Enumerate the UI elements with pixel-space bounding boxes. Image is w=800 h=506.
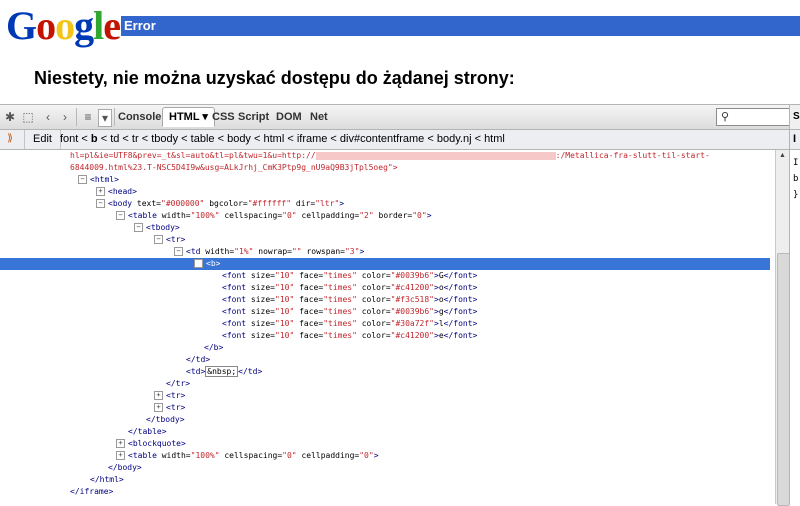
breadcrumb-item[interactable]: td bbox=[110, 133, 119, 145]
error-message: Niestety, nie można uzyskać dostępu do ż… bbox=[34, 68, 515, 88]
breadcrumb-item[interactable]: html bbox=[484, 133, 505, 145]
breadcrumb-separator: < bbox=[78, 133, 91, 145]
breadcrumb-separator: < bbox=[97, 133, 111, 145]
breadcrumb: font < b < td < tr < tbody < table < bod… bbox=[60, 130, 505, 149]
breadcrumb-separator: < bbox=[327, 133, 340, 145]
back-arrow-icon[interactable]: ‹ bbox=[40, 109, 56, 125]
inspect-icon[interactable]: ⬚ bbox=[20, 109, 36, 125]
logo-letter: o bbox=[55, 3, 75, 48]
collapse-icon[interactable]: ⟫ bbox=[2, 131, 18, 147]
logo-letter: l bbox=[93, 3, 104, 48]
tab-dom[interactable]: DOM bbox=[276, 109, 302, 125]
breadcrumb-separator: < bbox=[250, 133, 264, 145]
breadcrumb-item[interactable]: font bbox=[60, 133, 78, 145]
firebug-bug-icon[interactable]: ✱ bbox=[2, 109, 18, 125]
forward-arrow-icon[interactable]: › bbox=[57, 109, 73, 125]
breadcrumb-separator: < bbox=[178, 133, 191, 145]
firebug-toolbar: ✱ ⬚ ‹ › ≡ ▾ Console HTML ▾ CSS Script DOM Net… bbox=[0, 105, 800, 130]
breadcrumb-separator: < bbox=[424, 133, 437, 145]
tab-css[interactable]: CSS bbox=[212, 109, 235, 125]
side-panel-tab[interactable]: I bbox=[789, 130, 800, 149]
tab-console[interactable]: Console bbox=[118, 109, 161, 125]
logo-letter: o bbox=[36, 3, 56, 48]
dropdown-arrow-icon[interactable]: ▾ bbox=[98, 109, 112, 127]
error-bar-label: Error bbox=[124, 18, 156, 33]
search-icon: ⚲ bbox=[721, 111, 730, 123]
search-input[interactable]: ⚲ bbox=[716, 108, 800, 126]
edit-button[interactable]: Edit bbox=[24, 130, 61, 149]
breadcrumb-separator: < bbox=[284, 133, 297, 145]
vertical-scrollbar[interactable]: ▲ bbox=[775, 150, 790, 506]
logo-letter: e bbox=[103, 3, 121, 48]
google-error-header: Google Error bbox=[0, 0, 800, 48]
side-panel-line: b bbox=[793, 174, 799, 184]
side-panel-line: } bbox=[793, 190, 799, 200]
html-tree[interactable]: hl=pl&ie=UTF8&prev=_t&sl=auto&tl=pl&twu=… bbox=[0, 150, 775, 504]
error-bar: Error bbox=[121, 16, 800, 36]
breadcrumb-item[interactable]: html bbox=[263, 133, 284, 145]
side-panel-header[interactable]: S bbox=[789, 105, 800, 129]
tab-html[interactable]: HTML ▾ bbox=[162, 107, 215, 127]
style-side-panel: Ib} bbox=[789, 150, 800, 504]
logo-letter: G bbox=[6, 3, 37, 48]
logo-letter: g bbox=[74, 3, 94, 48]
breadcrumb-bar: ⟫ Edit font < b < td < tr < tbody < tabl… bbox=[0, 130, 800, 150]
toolbar-divider bbox=[76, 108, 77, 126]
breadcrumb-item[interactable]: tbody bbox=[151, 133, 178, 145]
breadcrumb-separator: < bbox=[214, 133, 228, 145]
breadcrumb-item[interactable]: iframe bbox=[297, 133, 328, 145]
breadcrumb-item[interactable]: body.nj bbox=[437, 133, 472, 145]
breadcrumb-item[interactable]: div#contentframe bbox=[340, 133, 424, 145]
breadcrumb-item[interactable]: b bbox=[91, 133, 98, 145]
breadcrumb-separator: < bbox=[471, 133, 485, 145]
scroll-up-icon[interactable]: ▲ bbox=[779, 152, 786, 159]
html-node-selected[interactable]: − <b> bbox=[0, 258, 770, 270]
tab-script[interactable]: Script bbox=[238, 109, 269, 125]
breadcrumb-item[interactable]: table bbox=[191, 133, 215, 145]
breadcrumb-item[interactable]: body bbox=[227, 133, 251, 145]
breadcrumb-separator: < bbox=[119, 133, 132, 145]
breadcrumb-separator: < bbox=[138, 133, 152, 145]
tab-net[interactable]: Net bbox=[310, 109, 328, 125]
side-panel-line: I bbox=[793, 158, 799, 168]
google-logo[interactable]: Google bbox=[6, 3, 121, 48]
toolbar-divider bbox=[114, 108, 115, 126]
firebug-panel: ✱ ⬚ ‹ › ≡ ▾ Console HTML ▾ CSS Script DOM Net… bbox=[0, 104, 800, 506]
breadcrumb-item[interactable]: tr bbox=[132, 133, 139, 145]
menu-icon[interactable]: ≡ bbox=[80, 109, 96, 125]
